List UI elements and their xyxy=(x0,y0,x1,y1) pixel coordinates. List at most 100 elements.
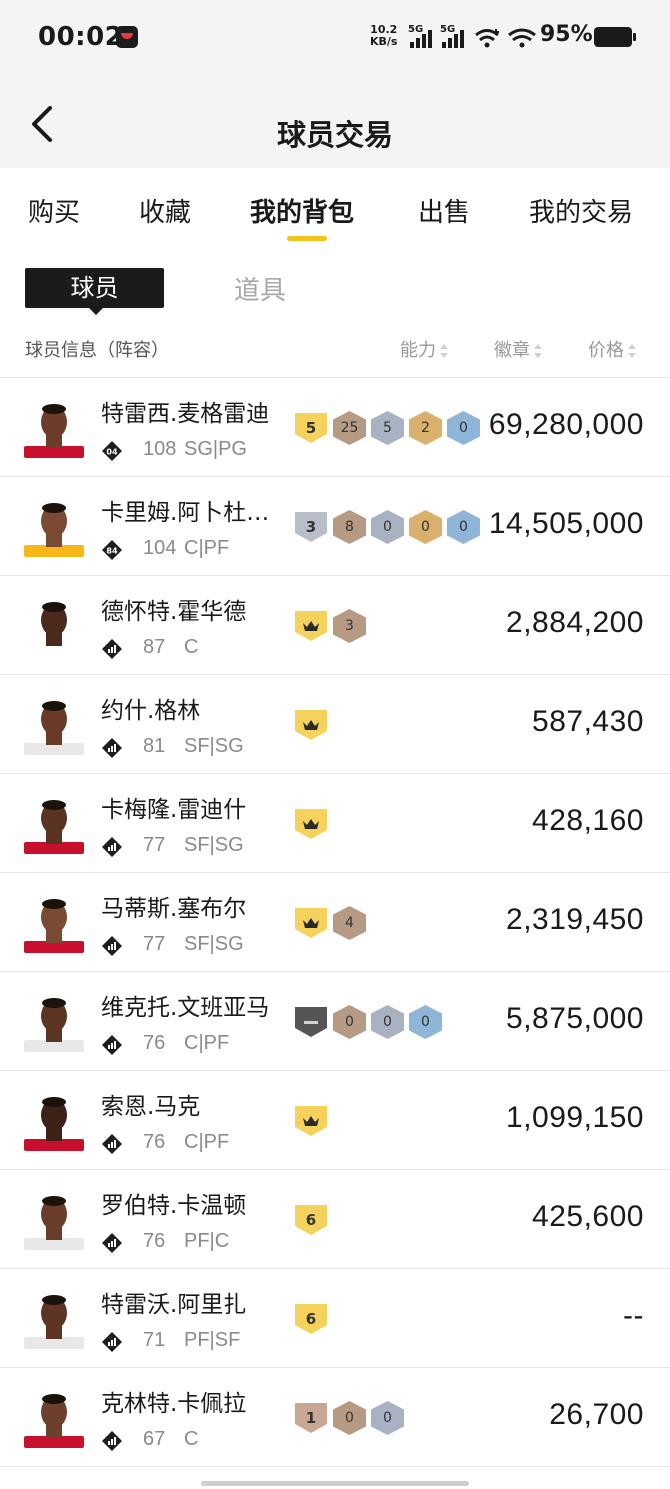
player-rating: 108 xyxy=(143,438,177,460)
player-rating: 76 xyxy=(143,1131,166,1153)
crown-icon xyxy=(303,621,319,631)
app-notification-icon xyxy=(116,26,138,48)
player-name: 索恩.马克 xyxy=(101,1094,201,1120)
player-row[interactable]: 维克托.文班亚马 76 C|PF 000 5,875,000 xyxy=(0,972,670,1071)
tier-diamond-icon xyxy=(102,738,122,758)
subtab-items[interactable]: 道具 xyxy=(234,270,286,307)
player-row[interactable]: 克林特.卡佩拉 67 C 100 26,700 xyxy=(0,1368,670,1467)
player-position: SF|SG xyxy=(184,735,244,757)
player-name: 卡里姆.阿卜杜… xyxy=(101,500,270,526)
player-row[interactable]: 卡梅隆.雷迪什 77 SF|SG 428,160 xyxy=(0,774,670,873)
player-price: 587,430 xyxy=(532,705,644,738)
badge-group: 5 25 5 2 0 xyxy=(295,411,485,445)
player-position: C xyxy=(184,636,199,658)
badge-hex-icon: 0 xyxy=(447,411,480,445)
player-price: 1,099,150 xyxy=(506,1101,644,1134)
player-row[interactable]: 约什.格林 81 SF|SG 587,430 xyxy=(0,675,670,774)
crown-icon xyxy=(303,720,319,730)
player-rating: 77 xyxy=(143,834,166,856)
badge-group: 38000 xyxy=(295,510,485,544)
player-rating: 71 xyxy=(143,1329,166,1351)
dash-icon xyxy=(304,1020,318,1024)
nav-bar: 球员交易 xyxy=(0,78,670,168)
crown-icon xyxy=(303,918,319,928)
badge-hex-icon: 0 xyxy=(371,510,404,544)
player-position: PF|C xyxy=(184,1230,230,1252)
badge-group xyxy=(295,808,333,840)
player-price: -- xyxy=(623,1299,644,1332)
battery-percent: 95% xyxy=(540,22,593,47)
column-badge[interactable]: 徽章 xyxy=(494,336,542,362)
badge-group: 6 xyxy=(295,1303,333,1335)
player-avatar xyxy=(24,1295,84,1349)
player-rating: 87 xyxy=(143,636,166,658)
player-price: 2,319,450 xyxy=(506,903,644,936)
badge-hex-icon: 0 xyxy=(333,1005,366,1039)
badge-hex-icon: 3 xyxy=(333,609,366,643)
column-ability[interactable]: 能力 xyxy=(400,336,448,362)
player-row[interactable]: 特雷沃.阿里扎 71 PF|SF 6 -- xyxy=(0,1269,670,1368)
svg-text:04: 04 xyxy=(106,448,118,457)
player-price: 5,875,000 xyxy=(506,1002,644,1035)
tab-favorites[interactable]: 收藏 xyxy=(139,192,191,229)
player-row[interactable]: 特雷西.麦格雷迪 04 108 SG|PG 5 25 5 2 0 69,280,000 xyxy=(0,378,670,477)
player-rating: 81 xyxy=(143,735,166,757)
subtab-players[interactable]: 球员 xyxy=(25,268,164,315)
player-avatar xyxy=(24,899,84,953)
dash-badge-icon xyxy=(295,1007,327,1037)
player-avatar xyxy=(24,1394,84,1448)
crown-icon xyxy=(303,1116,319,1126)
player-row[interactable]: 德怀特.霍华德 87 C 3 2,884,200 xyxy=(0,576,670,675)
crown-badge-icon xyxy=(295,1106,327,1136)
sim1-label: 5G xyxy=(408,24,424,35)
player-row[interactable]: 马蒂斯.塞布尔 77 SF|SG 4 2,319,450 xyxy=(0,873,670,972)
tab-my-backpack[interactable]: 我的背包 xyxy=(250,192,354,229)
crown-badge-icon xyxy=(295,611,327,641)
player-name: 罗伯特.卡温顿 xyxy=(101,1193,247,1219)
player-row[interactable]: 卡里姆.阿卜杜… 84 104 C|PF 38000 14,505,000 xyxy=(0,477,670,576)
badge-group xyxy=(295,1105,333,1137)
column-price-label: 价格 xyxy=(588,340,624,361)
player-rating: 77 xyxy=(143,933,166,955)
level-shield-icon: 6 xyxy=(295,1205,327,1235)
tier-diamond-icon xyxy=(102,837,122,857)
tab-buy[interactable]: 购买 xyxy=(28,192,80,229)
badge-group: 4 xyxy=(295,906,371,940)
tab-my-trades[interactable]: 我的交易 xyxy=(529,192,633,229)
tier-diamond-icon xyxy=(102,1134,122,1154)
player-row[interactable]: 索恩.马克 76 C|PF 1,099,150 xyxy=(0,1071,670,1170)
player-avatar xyxy=(24,1097,84,1151)
player-price: 14,505,000 xyxy=(488,507,644,540)
battery-icon xyxy=(594,27,636,47)
player-avatar xyxy=(24,503,84,557)
badge-hex-icon: 0 xyxy=(409,1005,442,1039)
tab-sell[interactable]: 出售 xyxy=(418,192,470,229)
player-avatar xyxy=(24,800,84,854)
svg-text:84: 84 xyxy=(106,547,118,556)
column-price[interactable]: 价格 xyxy=(588,336,636,362)
level-shield-icon: 5 xyxy=(295,413,327,443)
tier-diamond-icon xyxy=(102,936,122,956)
player-price: 425,600 xyxy=(532,1200,644,1233)
player-name: 卡梅隆.雷迪什 xyxy=(101,797,247,823)
sort-icon xyxy=(628,344,636,358)
tier-diamond-icon xyxy=(102,1431,122,1451)
player-position: C|PF xyxy=(184,537,230,559)
player-position: SF|SG xyxy=(184,834,244,856)
home-indicator[interactable] xyxy=(201,1481,469,1486)
player-price: 2,884,200 xyxy=(506,606,644,639)
player-rating: 76 xyxy=(143,1032,166,1054)
badge-hex-icon: 4 xyxy=(333,906,366,940)
player-avatar xyxy=(24,1196,84,1250)
badge-group: 3 xyxy=(295,609,371,643)
player-avatar xyxy=(24,701,84,755)
player-row[interactable]: 罗伯特.卡温顿 76 PF|C 6 425,600 xyxy=(0,1170,670,1269)
player-position: SG|PG xyxy=(184,438,247,460)
player-name: 克林特.卡佩拉 xyxy=(101,1391,247,1417)
badge-group xyxy=(295,709,333,741)
page-title: 球员交易 xyxy=(276,118,393,152)
player-price: 428,160 xyxy=(532,804,644,837)
wifi-icon xyxy=(508,28,536,48)
player-name: 马蒂斯.塞布尔 xyxy=(101,896,247,922)
tier-diamond-icon xyxy=(102,639,122,659)
